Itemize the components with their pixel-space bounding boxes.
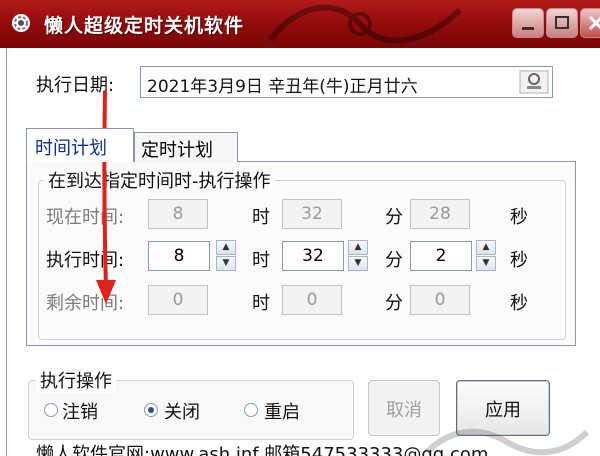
radio-restart-label[interactable]: 重启: [264, 398, 300, 424]
remain-minute-field: 0: [282, 285, 342, 315]
exec-minute-stepper[interactable]: ▲ ▼: [348, 240, 370, 272]
minute-unit: 分: [385, 293, 403, 314]
minute-unit: 分: [385, 207, 403, 228]
close-button[interactable]: [580, 8, 600, 38]
remain-label: 剩余时间:: [46, 293, 125, 314]
radio-shutdown-label[interactable]: 关闭: [164, 398, 200, 424]
hour-unit: 时: [252, 293, 270, 314]
radio-logoff-label[interactable]: 注销: [62, 398, 98, 424]
close-icon: [588, 15, 600, 31]
watermark-logo-icon: [424, 428, 590, 456]
now-hour-value: 8: [172, 204, 184, 224]
spin-down-icon[interactable]: ▼: [476, 256, 496, 271]
hour-unit: 时: [252, 250, 270, 271]
spin-up-icon[interactable]: ▲: [216, 240, 236, 255]
cancel-label: 取消: [386, 400, 422, 421]
exec-second-stepper[interactable]: ▲ ▼: [476, 240, 498, 272]
minute-unit: 分: [385, 250, 403, 271]
spin-up-icon[interactable]: ▲: [476, 240, 496, 255]
remain-hour-value: 0: [172, 290, 184, 310]
second-unit: 秒: [510, 250, 528, 271]
group-title: 在到达指定时间时-执行操作: [44, 167, 275, 193]
action-title: 执行操作: [36, 367, 116, 393]
date-picker[interactable]: 2021年3月9日 辛丑年(牛)正月廿六: [140, 66, 553, 98]
hour-unit: 时: [252, 207, 270, 228]
date-value: 2021年3月9日 辛丑年(牛)正月廿六: [147, 77, 418, 97]
second-unit: 秒: [510, 293, 528, 314]
tab-time-plan[interactable]: 时间计划: [26, 128, 134, 162]
footer-info: 懒人软件官网:www.ash.inf 邮箱547533333@qq.com: [36, 444, 489, 456]
now-label: 现在时间:: [46, 207, 125, 228]
exec-label: 执行时间:: [46, 250, 125, 271]
minimize-icon: [522, 27, 534, 30]
remain-minute-value: 0: [306, 290, 318, 310]
now-second-field: 28: [410, 199, 470, 229]
remain-second-field: 0: [410, 285, 470, 315]
radio-logoff[interactable]: [44, 403, 58, 417]
exec-second-input[interactable]: 2: [410, 241, 472, 271]
title-bar: 懒人超级定时关机软件: [0, 0, 600, 48]
spin-down-icon[interactable]: ▼: [348, 256, 368, 271]
title-decoration-icon: [267, 4, 463, 44]
tab-time-plan-label: 时间计划: [35, 138, 107, 159]
now-hour-field: 8: [148, 199, 208, 229]
exec-minute-value: 32: [302, 246, 324, 266]
second-unit: 秒: [510, 207, 528, 228]
exec-hour-value: 8: [173, 246, 185, 266]
tab-timer-plan[interactable]: 定时计划: [134, 132, 238, 162]
app-gear-icon: [12, 14, 30, 32]
window-title: 懒人超级定时关机软件: [44, 15, 245, 37]
exec-minute-input[interactable]: 32: [282, 241, 344, 271]
tab-timer-plan-label: 定时计划: [141, 140, 213, 161]
calendar-icon[interactable]: [519, 70, 549, 94]
remain-hour-field: 0: [148, 285, 208, 315]
maximize-button[interactable]: [546, 8, 578, 38]
now-minute-field: 32: [282, 199, 342, 229]
radio-shutdown[interactable]: [144, 403, 158, 417]
remain-second-value: 0: [434, 290, 446, 310]
now-second-value: 28: [429, 204, 451, 224]
maximize-icon: [555, 16, 569, 29]
exec-hour-stepper[interactable]: ▲ ▼: [216, 240, 238, 272]
radio-restart[interactable]: [244, 403, 258, 417]
now-minute-value: 32: [301, 204, 323, 224]
apply-label: 应用: [485, 400, 521, 421]
spin-up-icon[interactable]: ▲: [348, 240, 368, 255]
date-label: 执行日期:: [36, 75, 115, 96]
minimize-button[interactable]: [512, 8, 544, 38]
app-window: 懒人超级定时关机软件 执行日期: 2021年3月9日 辛丑年(牛)正月廿六 时间…: [0, 0, 600, 456]
spin-down-icon[interactable]: ▼: [216, 256, 236, 271]
exec-hour-input[interactable]: 8: [148, 241, 210, 271]
exec-second-value: 2: [435, 246, 447, 266]
